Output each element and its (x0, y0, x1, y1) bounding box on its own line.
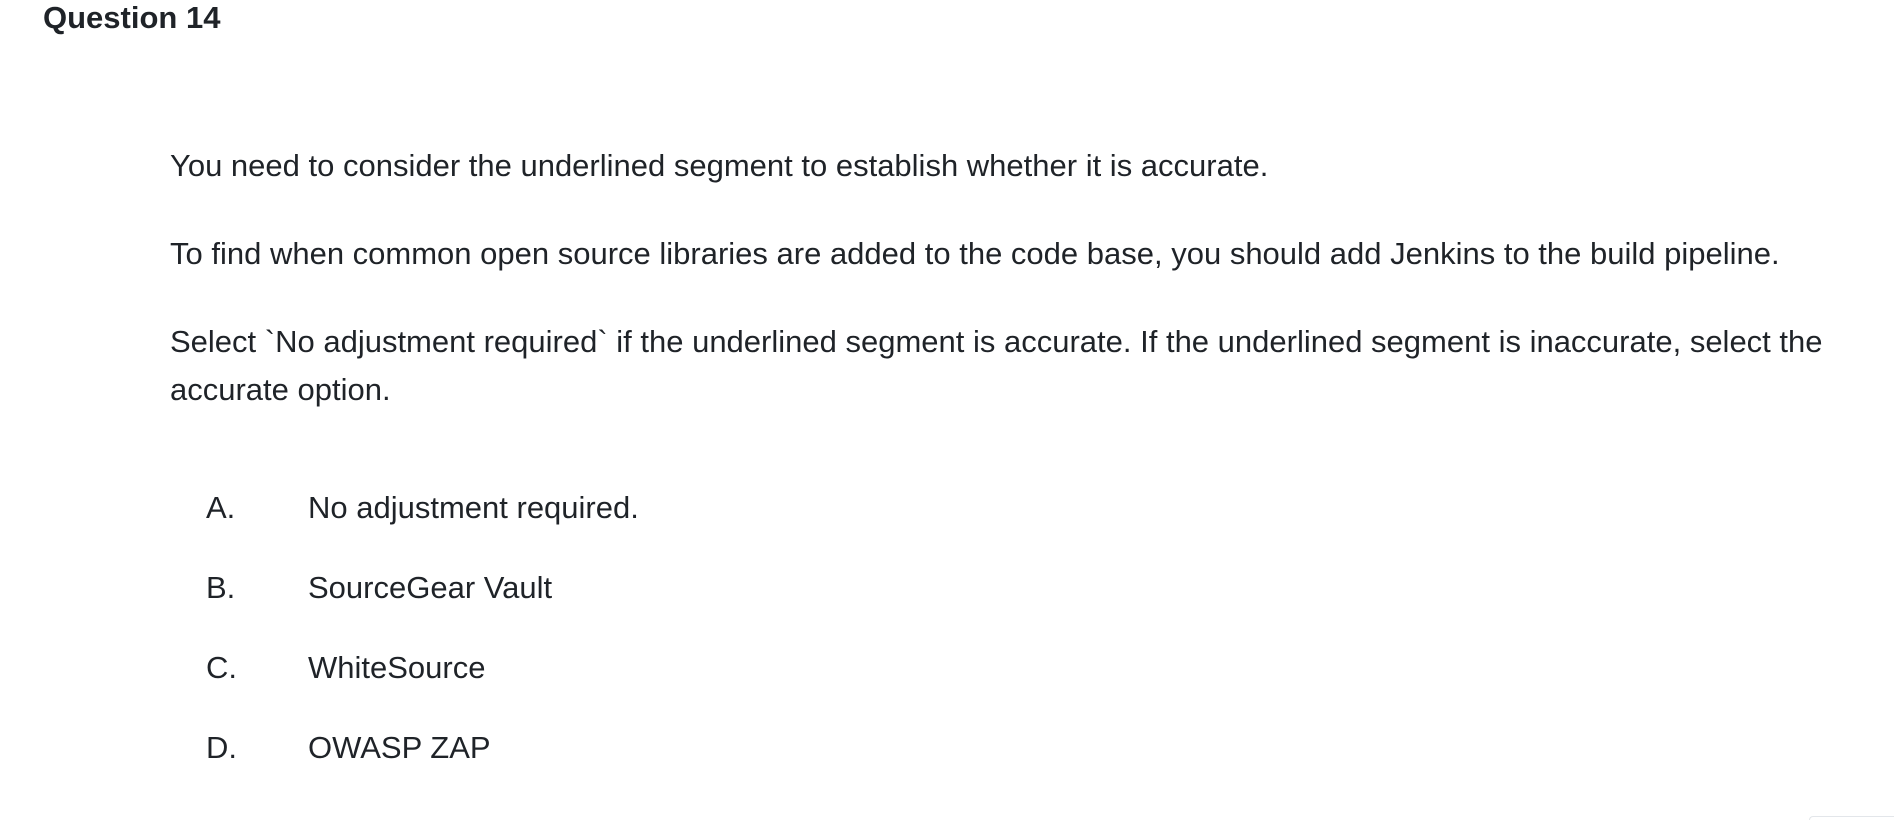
option-d[interactable]: D. OWASP ZAP (206, 724, 639, 772)
option-letter: D. (206, 730, 237, 765)
corner-tab (1809, 816, 1894, 820)
option-letter: C. (206, 650, 237, 685)
stem-paragraph-1: You need to consider the underlined segm… (170, 148, 1269, 183)
question-stem: You need to consider the underlined segm… (170, 142, 1894, 414)
option-text: No adjustment required. (308, 490, 639, 525)
option-b[interactable]: B. SourceGear Vault (206, 564, 639, 612)
option-letter: B. (206, 570, 236, 605)
option-text: WhiteSource (308, 650, 486, 685)
option-text: SourceGear Vault (308, 570, 553, 605)
option-letter: A. (206, 490, 236, 525)
stem-paragraph-3: Select `No adjustment required` if the u… (170, 324, 1823, 407)
option-text: OWASP ZAP (308, 730, 491, 765)
option-c[interactable]: C. WhiteSource (206, 644, 639, 692)
question-title: Question 14 (43, 0, 221, 35)
answer-options: A. No adjustment required. B. SourceGear… (206, 484, 639, 804)
question-page: Question 14 You need to consider the und… (0, 0, 1894, 820)
stem-paragraph-2: To find when common open source librarie… (170, 236, 1780, 271)
option-a[interactable]: A. No adjustment required. (206, 484, 639, 532)
